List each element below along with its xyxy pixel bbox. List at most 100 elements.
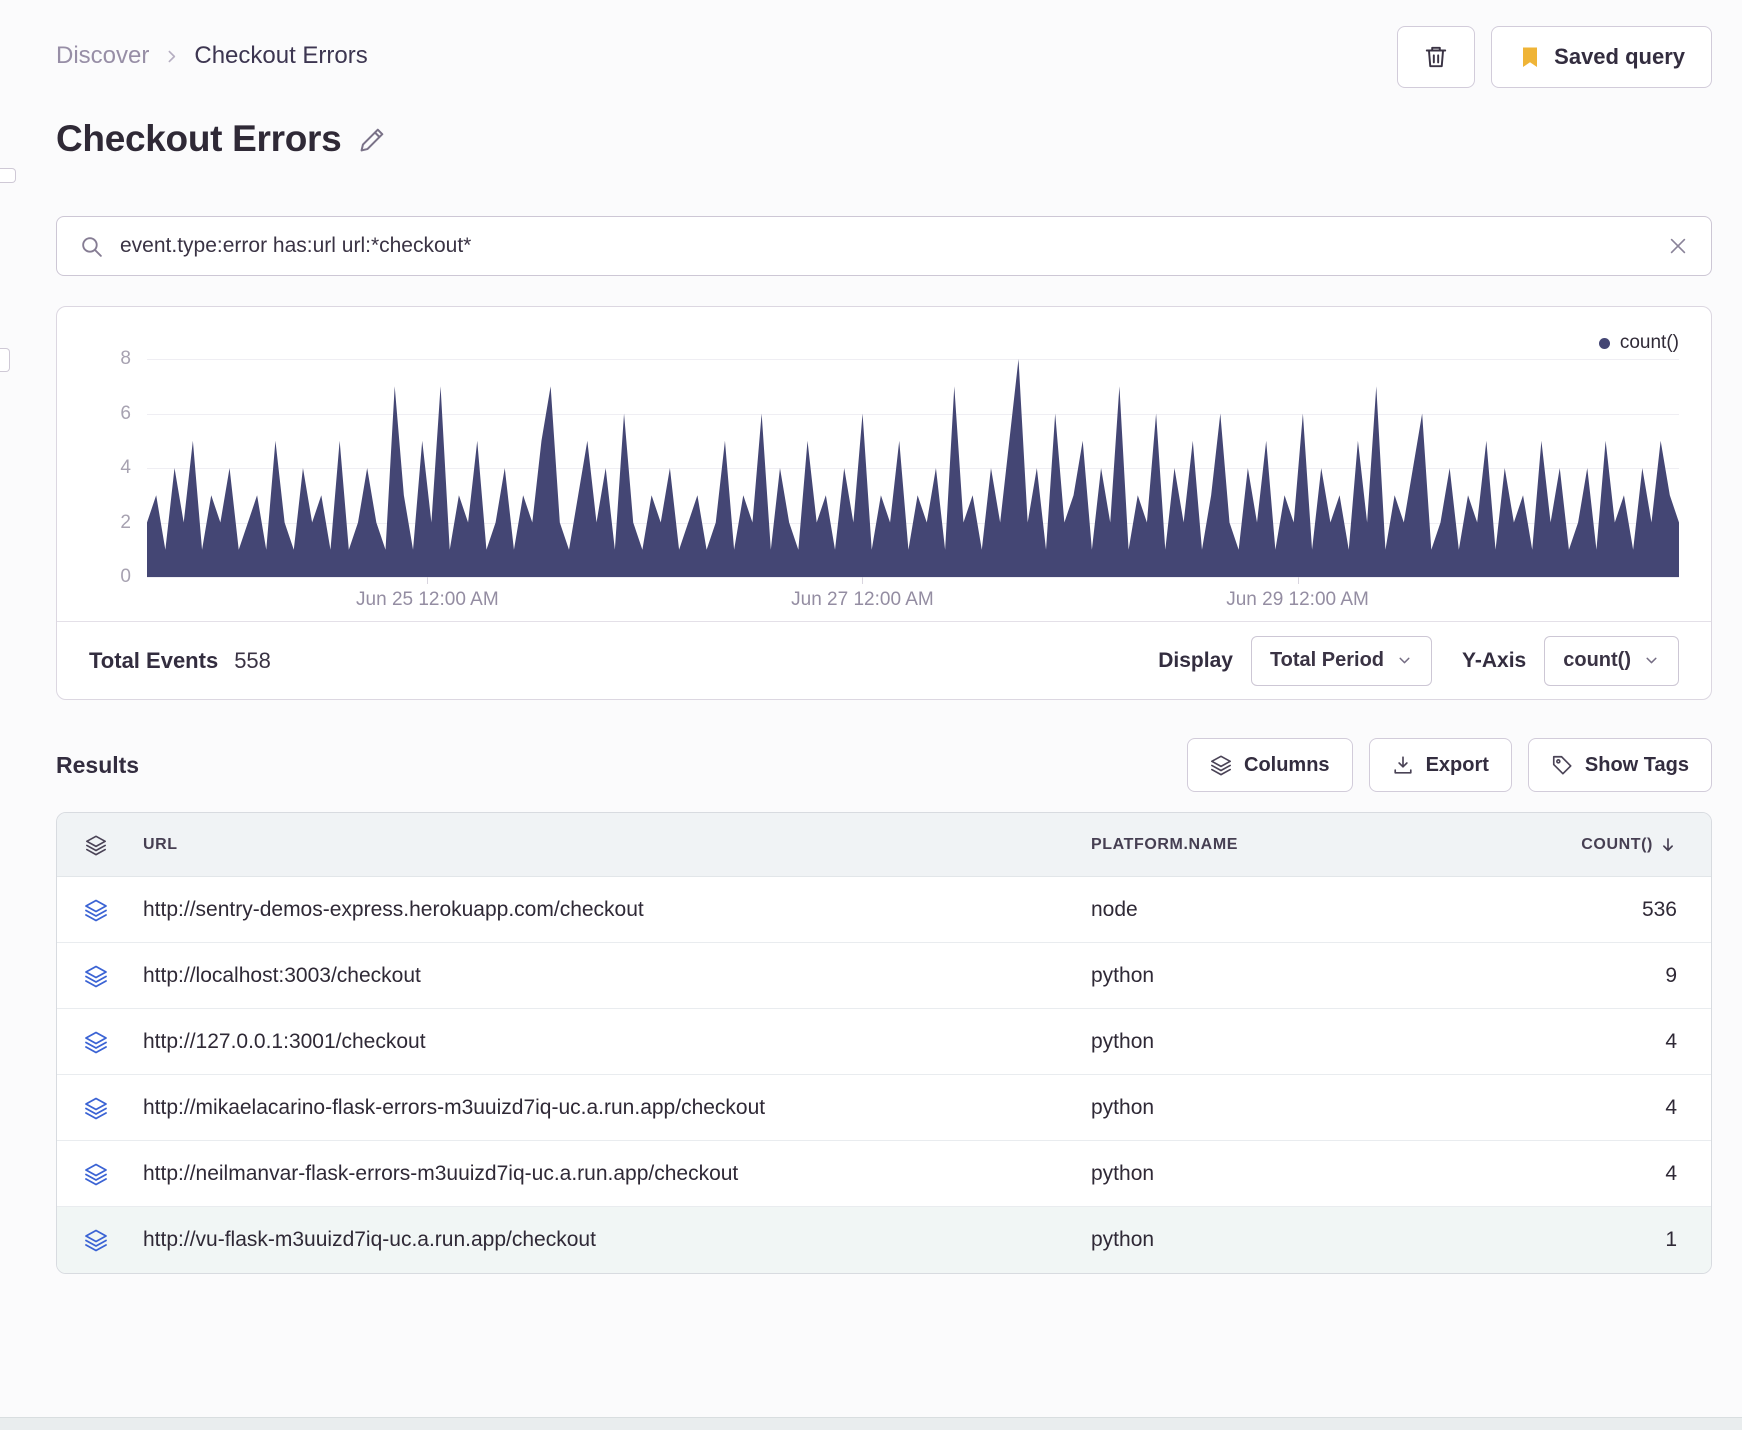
y-axis-label: Y-Axis [1462,648,1527,672]
x-tick-mark [862,577,864,584]
row-url[interactable]: http://localhost:3003/checkout [135,964,1091,988]
discover-page: Discover Checkout Errors Saved query Che… [0,0,1742,1274]
export-button-label: Export [1425,753,1489,776]
table-row[interactable]: http://neilmanvar-flask-errors-m3uuizd7i… [57,1141,1711,1207]
layers-icon [1210,754,1232,776]
legend-label: count() [1619,332,1679,353]
chart-legend: count() [89,327,1679,359]
sidebar-expand-handle[interactable] [0,348,10,372]
layers-icon [57,1162,135,1186]
export-button[interactable]: Export [1368,738,1512,792]
results-header: Results Columns Export Show Tags [56,738,1712,792]
x-tick-mark [427,577,429,584]
trash-icon [1423,44,1449,70]
sort-descending-icon [1659,836,1677,854]
breadcrumb: Discover Checkout Errors [56,26,368,70]
chevron-down-icon [1643,652,1660,669]
row-platform: python [1091,1029,1155,1053]
top-bar: Discover Checkout Errors Saved query [56,26,1712,88]
search-bar [56,216,1712,276]
row-count: 4 [1665,1095,1677,1119]
row-platform: python [1091,1095,1155,1119]
title-row: Checkout Errors [56,118,1712,160]
breadcrumb-discover[interactable]: Discover [56,42,149,70]
chart-footer: Total Events 558 Display Total Period Y-… [57,621,1711,699]
download-icon [1392,754,1414,776]
edit-pencil-icon[interactable] [359,126,386,153]
column-header-url[interactable]: URL [135,836,1091,854]
y-tick-label: 6 [120,402,131,424]
search-icon [79,234,104,259]
x-tick-label: Jun 29 12:00 AM [1226,589,1369,610]
row-url[interactable]: http://neilmanvar-flask-errors-m3uuizd7i… [135,1162,1091,1186]
y-tick-label: 4 [120,457,131,478]
table-row[interactable]: http://sentry-demos-express.herokuapp.co… [57,877,1711,943]
show-tags-button-label: Show Tags [1584,753,1689,776]
saved-query-label: Saved query [1554,44,1685,69]
page-title: Checkout Errors [56,118,342,159]
results-table: URL PLATFORM.NAME COUNT() http://sentry-… [56,812,1712,1274]
row-url[interactable]: http://mikaelacarino-flask-errors-m3uuiz… [135,1096,1091,1120]
x-tick-mark [1297,577,1299,584]
table-row[interactable]: http://mikaelacarino-flask-errors-m3uuiz… [57,1075,1711,1141]
row-count: 536 [1641,897,1677,921]
saved-query-button[interactable]: Saved query [1491,26,1712,88]
y-axis-labels: 8 6 4 2 0 [89,348,147,587]
y-tick-label: 8 [120,348,131,369]
row-platform: python [1091,1161,1155,1185]
results-actions: Columns Export Show Tags [1187,738,1712,792]
display-select[interactable]: Total Period [1250,635,1433,686]
top-actions: Saved query [1397,26,1712,88]
display-select-value: Total Period [1269,649,1385,671]
row-url[interactable]: http://sentry-demos-express.herokuapp.co… [135,898,1091,922]
total-events-label: Total Events [89,647,219,673]
show-tags-button[interactable]: Show Tags [1527,738,1712,792]
total-events: Total Events 558 [89,648,271,674]
columns-button[interactable]: Columns [1187,738,1353,792]
table-row[interactable]: http://localhost:3003/checkout python 9 [57,943,1711,1009]
chart-body: 8 6 4 2 0 [89,348,1679,587]
column-header-platform[interactable]: PLATFORM.NAME [1091,836,1521,854]
y-tick-label: 0 [120,566,131,587]
y-tick-label: 2 [120,511,131,533]
chart-plot-area[interactable] [147,359,1679,578]
chevron-down-icon [1396,652,1413,669]
display-label: Display [1158,648,1233,672]
x-axis: Jun 25 12:00 AM Jun 27 12:00 AM Jun 29 12:… [147,577,1679,621]
chart-series-area [147,359,1679,577]
y-axis-select[interactable]: count() [1544,635,1679,686]
row-count: 4 [1665,1161,1677,1185]
row-count: 1 [1665,1228,1677,1251]
bookmark-icon [1518,45,1542,69]
chart-inner: count() 8 6 4 2 0 Jun 25 12:00 AM Jun 27 12:0… [57,307,1711,621]
layers-icon [57,964,135,988]
results-heading: Results [56,751,140,778]
table-row[interactable]: http://127.0.0.1:3001/checkout python 4 [57,1009,1711,1075]
layers-icon [57,1096,135,1120]
bottom-cutoff-strip [0,1417,1742,1430]
close-icon[interactable] [1667,235,1689,257]
x-tick-label: Jun 27 12:00 AM [791,589,934,610]
row-count: 9 [1665,963,1677,987]
row-url[interactable]: http://127.0.0.1:3001/checkout [135,1030,1091,1054]
row-platform: python [1091,1228,1155,1251]
column-header-count[interactable]: COUNT() [1521,836,1711,854]
x-tick-label: Jun 25 12:00 AM [356,589,499,610]
layers-icon[interactable] [57,834,135,856]
row-platform: node [1091,897,1138,921]
search-input[interactable] [120,234,1651,258]
chart-controls: Display Total Period Y-Axis count() [1146,635,1679,686]
total-events-value: 558 [234,647,271,673]
row-url[interactable]: http://vu-flask-m3uuizd7iq-uc.a.run.app/… [135,1228,1091,1252]
chevron-right-icon [163,48,180,65]
chart-panel: count() 8 6 4 2 0 Jun 25 12:00 AM Jun 27 12:0… [56,306,1712,700]
row-platform: python [1091,963,1155,987]
columns-button-label: Columns [1244,753,1330,776]
table-body: http://sentry-demos-express.herokuapp.co… [57,877,1711,1273]
table-row[interactable]: http://vu-flask-m3uuizd7iq-uc.a.run.app/… [57,1207,1711,1273]
sidebar-collapse-handle[interactable] [0,168,16,183]
layers-icon [57,1030,135,1054]
tag-icon [1551,754,1573,776]
layers-icon [57,898,135,922]
delete-query-button[interactable] [1397,26,1476,88]
